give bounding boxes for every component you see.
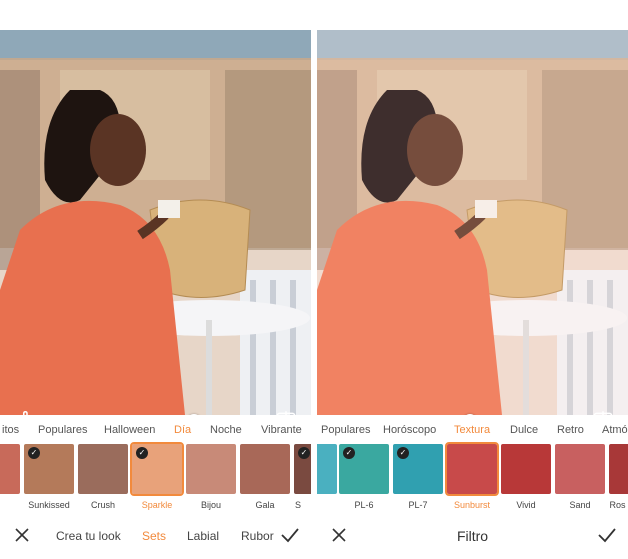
- filter-thumbnail[interactable]: ✓: [393, 444, 443, 494]
- category-item[interactable]: Atmó: [602, 424, 628, 436]
- filter-thumbnail[interactable]: [78, 444, 128, 494]
- left-editor-panel: itos Populares Halloween Día Noche Vibra…: [0, 0, 311, 559]
- check-icon: ✓: [343, 447, 355, 459]
- check-icon: ✓: [28, 447, 40, 459]
- category-item[interactable]: itos: [2, 424, 19, 436]
- filter-label: Sand: [569, 500, 591, 510]
- check-icon: ✓: [298, 447, 310, 459]
- filter-thumbnail-selected[interactable]: [445, 442, 499, 496]
- photo-preview[interactable]: [0, 30, 311, 415]
- bottom-toolbar: Filtro: [317, 520, 628, 552]
- check-icon[interactable]: [596, 525, 618, 545]
- category-item[interactable]: Retro: [557, 424, 584, 436]
- filter-label: S: [294, 500, 301, 510]
- filter-label: Gala: [255, 500, 275, 510]
- category-item-active[interactable]: Día: [174, 424, 191, 436]
- filter-thumbnail[interactable]: [240, 444, 290, 494]
- filter-thumbnail[interactable]: [317, 444, 337, 494]
- filter-label: le: [0, 500, 20, 510]
- app-stage: itos Populares Halloween Día Noche Vibra…: [0, 0, 628, 559]
- filter-thumbnail[interactable]: ✓: [24, 444, 74, 494]
- tab-sets[interactable]: Sets: [142, 529, 166, 543]
- filter-label: Bijou: [200, 500, 221, 510]
- toolbar-title: Filtro: [456, 528, 489, 544]
- filter-thumbnail[interactable]: [186, 444, 236, 494]
- photo-image: [0, 30, 311, 415]
- category-strip: itos Populares Halloween Día Noche Vibra…: [0, 420, 311, 442]
- photo-image: [317, 30, 628, 415]
- filter-label: Crush: [90, 500, 115, 510]
- tab-crea-tu-look[interactable]: Crea tu look: [56, 529, 121, 543]
- filter-label: Vivid: [516, 500, 536, 510]
- filter-thumbnail[interactable]: [555, 444, 605, 494]
- bottom-toolbar: Crea tu look Sets Labial Rubor: [0, 520, 311, 552]
- category-item[interactable]: Noche: [210, 424, 242, 436]
- filter-label-selected: Sparkle: [141, 500, 173, 510]
- filter-thumbnail-row: le ✓ Sunkissed Crush ✓ Sparkle Bijou Gal…: [0, 442, 311, 514]
- photo-preview[interactable]: [317, 30, 628, 415]
- close-icon[interactable]: [12, 525, 32, 545]
- compare-icon[interactable]: [273, 408, 299, 415]
- filter-thumbnail[interactable]: [609, 444, 628, 494]
- check-icon[interactable]: [279, 525, 301, 545]
- category-item[interactable]: Vibrante: [261, 424, 302, 436]
- filter-thumbnail[interactable]: ✓: [339, 444, 389, 494]
- category-item[interactable]: Dulce: [510, 424, 538, 436]
- category-item-active[interactable]: Textura: [454, 424, 490, 436]
- category-strip: Populares Horóscopo Textura Dulce Retro …: [317, 420, 628, 442]
- check-icon: ✓: [136, 447, 148, 459]
- category-item[interactable]: Horóscopo: [383, 424, 436, 436]
- hand-touch-icon[interactable]: [14, 408, 40, 415]
- filter-label: PL-7: [408, 500, 428, 510]
- filter-thumbnail-selected[interactable]: ✓: [130, 442, 184, 496]
- tab-labial[interactable]: Labial: [187, 529, 219, 543]
- filter-label: Sunkissed: [28, 500, 70, 510]
- right-editor-panel: Populares Horóscopo Textura Dulce Retro …: [317, 0, 628, 559]
- filter-thumbnail[interactable]: [501, 444, 551, 494]
- filter-thumbnail[interactable]: ✓: [294, 444, 311, 494]
- category-item[interactable]: Populares: [38, 424, 88, 436]
- category-item[interactable]: Halloween: [104, 424, 155, 436]
- filter-label: Ros: [609, 500, 626, 510]
- filter-thumbnail[interactable]: [0, 444, 20, 494]
- category-item[interactable]: Populares: [321, 424, 371, 436]
- filter-label: PL-6: [354, 500, 374, 510]
- compare-icon[interactable]: [590, 408, 616, 415]
- filter-label-selected: Sunburst: [453, 500, 491, 510]
- filter-thumbnail-row: ✓ PL-6 ✓ PL-7 Sunburst Vivid Sand Ros: [317, 442, 628, 514]
- tab-rubor[interactable]: Rubor: [241, 529, 274, 543]
- check-icon: ✓: [397, 447, 409, 459]
